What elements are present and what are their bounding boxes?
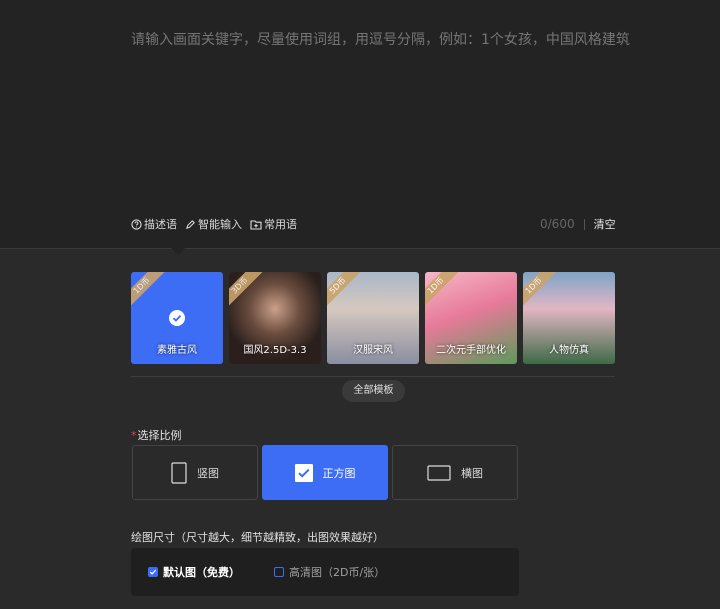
size-default-label: 默认图（免费） [163,566,240,579]
size-hd-option[interactable]: 高清图（2D币/张） [274,564,385,580]
prompt-input[interactable] [131,29,631,209]
size-default-option[interactable]: 默认图（免费） [148,564,240,580]
tool-smart-input[interactable]: 智能输入 [185,216,242,232]
template-label: 二次元手部优化 [436,345,506,356]
price-badge: 1D币 [131,272,169,313]
selected-check-icon [169,310,185,326]
size-hd-label: 高清图（2D币/张） [289,566,386,579]
pencil-icon [186,219,195,229]
tool-common-phrases-label: 常用语 [264,218,297,231]
question-circle-icon [131,218,142,230]
ratio-landscape-label: 横图 [461,466,483,480]
template-card[interactable]: 3D币 国风2.5D-3.3 [229,272,321,364]
prompt-toolbar: 描述语 智能输入 常用语 [131,216,305,232]
ratio-square-option[interactable]: 正方图 [262,445,388,500]
section-divider [0,248,720,249]
ratio-section-title: *选择比例 [131,427,182,443]
portrait-rect-icon [171,461,187,484]
template-card[interactable]: 1D币 素雅古风 [131,272,223,364]
price-badge: 5D币 [327,272,365,313]
tool-smart-input-label: 智能输入 [198,218,242,231]
price-badge: 1D币 [523,272,561,313]
char-counter: 0/600 清空 [540,216,616,232]
tooltip-notch [171,248,185,255]
divider [583,218,585,230]
checkbox-checked-icon [148,567,158,577]
checked-square-icon [294,463,313,482]
checkbox-empty-icon [274,567,284,577]
template-card[interactable]: 5D币 汉服宋风 [327,272,419,364]
template-card[interactable]: 1D币 人物仿真 [523,272,615,364]
size-section-title: 绘图尺寸（尺寸越大，细节越精致，出图效果越好） [131,531,384,544]
template-list: 1D币 素雅古风 3D币 国风2.5D-3.3 5D币 汉服宋风 1D币 二次元… [131,272,621,364]
template-divider [131,376,615,377]
template-label: 国风2.5D-3.3 [243,345,307,356]
price-badge: 1D币 [425,272,463,313]
ratio-square-label: 正方图 [322,466,356,480]
template-card[interactable]: 1D币 二次元手部优化 [425,272,517,364]
ratio-options: 竖图 正方图 横图 [132,445,522,500]
ratio-portrait-label: 竖图 [197,466,219,480]
char-count: 0/600 [540,217,575,231]
template-label: 素雅古风 [157,345,197,356]
tool-describe[interactable]: 描述语 [131,216,177,232]
all-templates-button[interactable]: 全部模板 [342,380,405,402]
landscape-rect-icon [427,464,451,481]
ratio-title-text: 选择比例 [137,429,182,442]
ratio-landscape-option[interactable]: 横图 [392,445,518,500]
template-label: 人物仿真 [549,345,589,356]
required-mark: * [131,429,137,442]
price-badge: 3D币 [229,272,267,313]
clear-button[interactable]: 清空 [594,216,616,232]
prompt-panel: 描述语 智能输入 常用语 0/600 清空 [0,0,720,248]
template-label: 汉服宋风 [353,345,393,356]
tool-common-phrases[interactable]: 常用语 [250,216,297,232]
ratio-portrait-option[interactable]: 竖图 [132,445,258,500]
size-options: 默认图（免费） 高清图（2D币/张） [131,548,519,596]
tool-describe-label: 描述语 [144,218,177,231]
folder-plus-icon [250,219,262,230]
